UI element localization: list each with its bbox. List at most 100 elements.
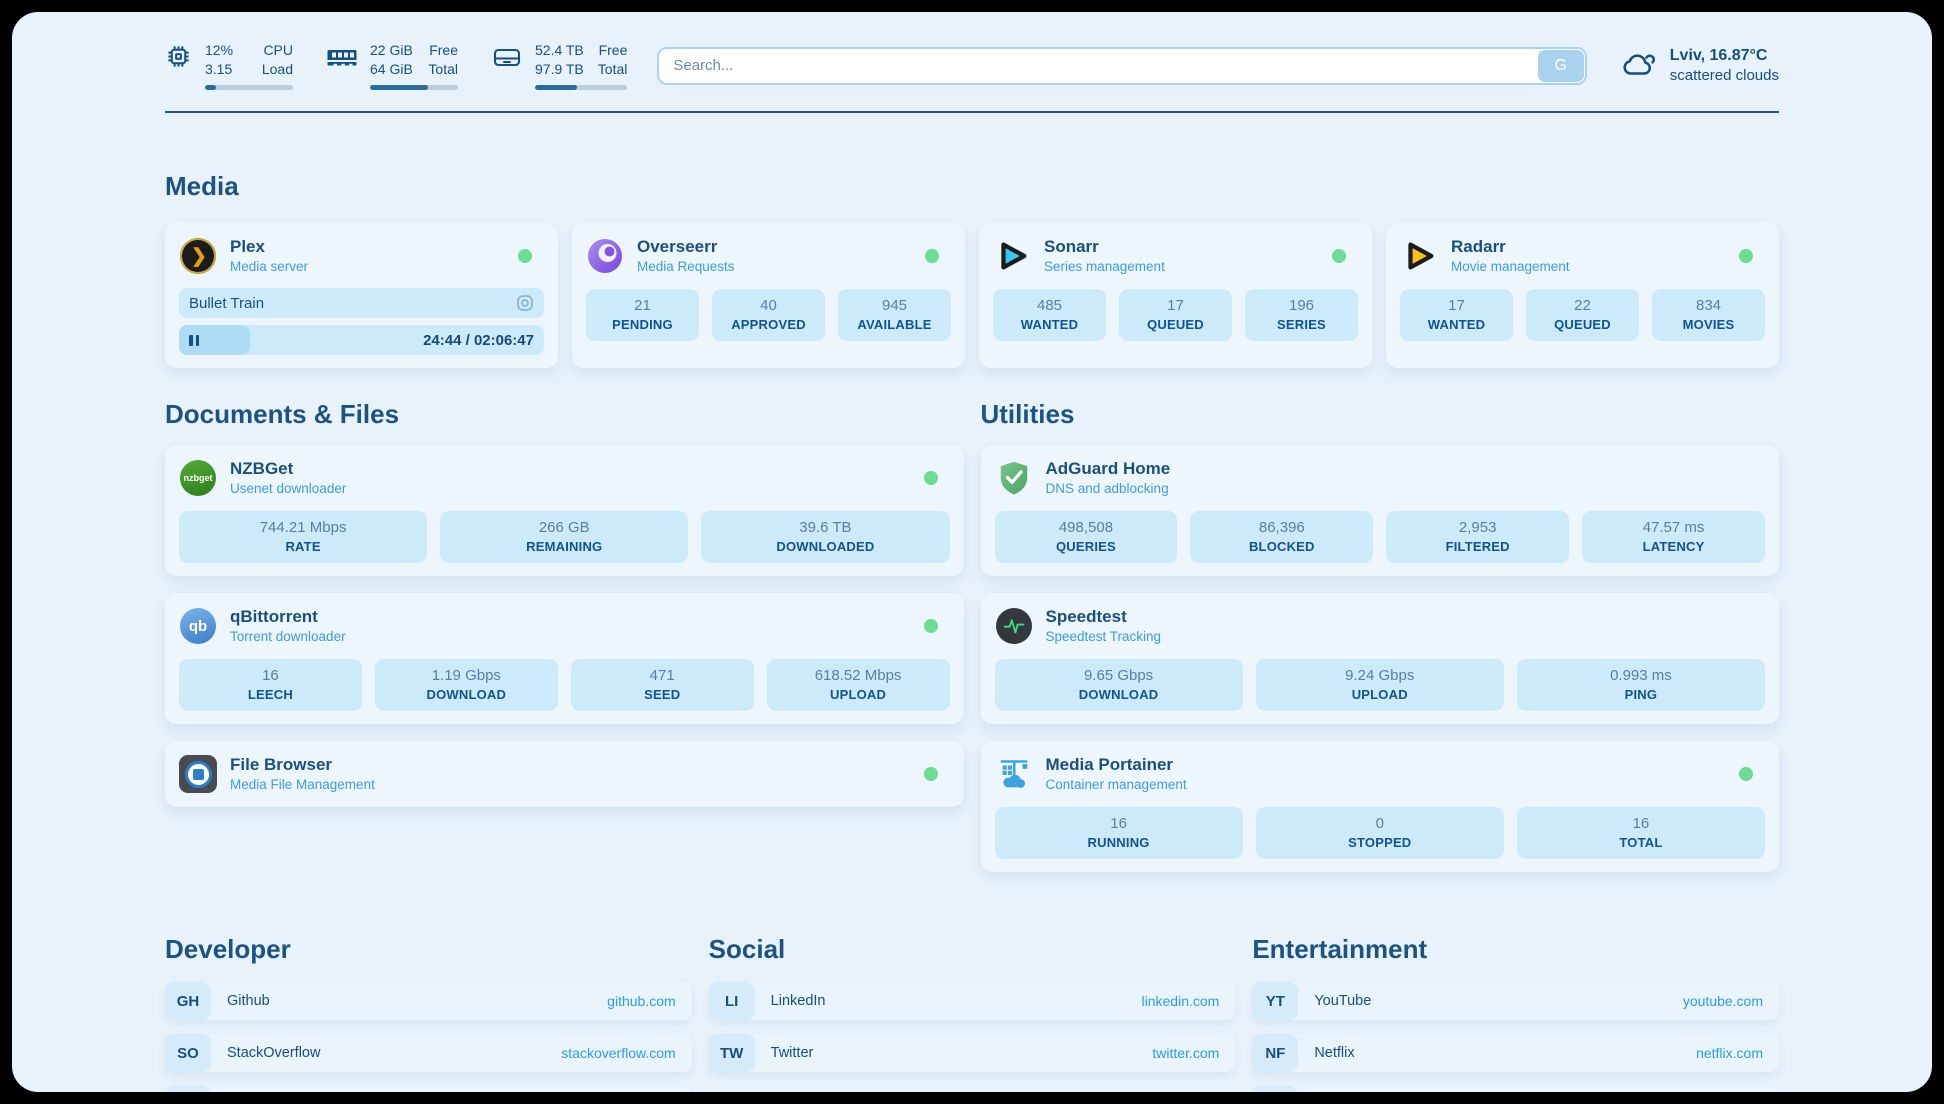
cpu-load-value: 3.15	[205, 60, 233, 79]
app-title: Plex	[230, 236, 308, 258]
cloud-icon	[1621, 48, 1659, 83]
stat-box: 9.65 GbpsDOWNLOAD	[995, 659, 1243, 711]
stat-box: 21PENDING	[586, 289, 699, 341]
now-playing-row: Bullet Train	[179, 288, 544, 318]
ram-free-value: 22 GiB	[370, 41, 413, 60]
status-dot	[924, 767, 938, 781]
google-search-button[interactable]: G	[1538, 50, 1584, 82]
link-row-netflix[interactable]: NF Netflix netflix.com	[1252, 1034, 1779, 1072]
link-abbr: NF	[1252, 1034, 1298, 1072]
app-card-overseerr[interactable]: Overseerr Media Requests 21PENDING 40APP…	[572, 223, 965, 368]
speedtest-icon	[995, 607, 1033, 645]
app-subtitle: Media Requests	[637, 258, 735, 276]
app-subtitle: Media File Management	[230, 776, 375, 794]
disk-label-bottom: Total	[598, 60, 628, 79]
link-url: youtube.com	[1683, 993, 1763, 1009]
disk-icon	[492, 47, 522, 74]
link-row-linkedin[interactable]: LI LinkedIn linkedin.com	[709, 982, 1236, 1020]
app-title: Speedtest	[1046, 606, 1162, 628]
app-subtitle: Movie management	[1451, 258, 1570, 276]
section-title-developer: Developer	[165, 934, 692, 965]
cpu-metric: 12% 3.15 CPU Load	[165, 41, 293, 90]
app-card-filebrowser[interactable]: File Browser Media File Management	[165, 741, 964, 807]
app-title: Radarr	[1451, 236, 1570, 258]
cpu-label-top: CPU	[262, 41, 293, 60]
disk-total-value: 97.9 TB	[535, 60, 584, 79]
app-subtitle: DNS and adblocking	[1046, 480, 1171, 498]
app-subtitle: Speedtest Tracking	[1046, 628, 1162, 646]
app-card-portainer[interactable]: Media Portainer Container management 16R…	[981, 741, 1780, 872]
stat-box: 196SERIES	[1245, 289, 1358, 341]
stat-box: 39.6 TBDOWNLOADED	[701, 511, 949, 563]
search-input[interactable]	[657, 47, 1586, 85]
link-name: YouTube	[1314, 993, 1371, 1009]
adguard-icon	[995, 459, 1033, 497]
stat-box: 498,508QUERIES	[995, 511, 1178, 563]
stat-box: 744.21 MbpsRATE	[179, 511, 427, 563]
app-card-adguard[interactable]: AdGuard Home DNS and adblocking 498,508Q…	[981, 445, 1780, 576]
link-row-dev[interactable]: DT DEV dev.to	[165, 1086, 692, 1092]
link-row-github[interactable]: GH Github github.com	[165, 982, 692, 1020]
playback-time: 24:44 / 02:06:47	[423, 332, 534, 349]
link-name: LinkedIn	[771, 993, 826, 1009]
ram-label-top: Free	[428, 41, 458, 60]
link-url: netflix.com	[1696, 1045, 1763, 1061]
stat-box: 16RUNNING	[995, 807, 1243, 859]
app-subtitle: Container management	[1046, 776, 1187, 794]
link-abbr: SO	[165, 1034, 211, 1072]
link-abbr: TW	[709, 1034, 755, 1072]
weather-widget: Lviv, 16.87°C scattered clouds	[1621, 45, 1779, 86]
app-card-speedtest[interactable]: Speedtest Speedtest Tracking 9.65 GbpsDO…	[981, 593, 1780, 724]
link-row-reddit[interactable]: RE Reddit reddit.com	[1252, 1086, 1779, 1092]
nzbget-icon: nzbget	[179, 459, 217, 497]
media-disc-icon	[516, 294, 534, 312]
dashboard-panel: 12% 3.15 CPU Load	[12, 12, 1932, 1092]
link-abbr: LI	[709, 982, 755, 1020]
link-row-stackoverflow[interactable]: SO StackOverflow stackoverflow.com	[165, 1034, 692, 1072]
ram-label-bottom: Total	[428, 60, 458, 79]
stat-box: 16TOTAL	[1517, 807, 1765, 859]
link-url: stackoverflow.com	[561, 1045, 675, 1061]
status-dot	[1739, 767, 1753, 781]
stat-box: 16LEECH	[179, 659, 362, 711]
plex-icon: ❯	[179, 237, 217, 275]
disk-free-value: 52.4 TB	[535, 41, 584, 60]
section-title-social: Social	[709, 934, 1236, 965]
app-card-qbittorrent[interactable]: qb qBittorrent Torrent downloader 16LEEC…	[165, 593, 964, 724]
ram-metric: 22 GiB 64 GiB Free Total	[327, 41, 458, 90]
app-card-plex[interactable]: ❯ Plex Media server Bullet Train	[165, 223, 558, 368]
weather-condition: scattered clouds	[1670, 66, 1779, 86]
stat-box: 40APPROVED	[712, 289, 825, 341]
app-card-radarr[interactable]: Radarr Movie management 17WANTED 22QUEUE…	[1386, 223, 1779, 368]
link-abbr: DT	[165, 1086, 211, 1092]
link-url: github.com	[607, 993, 675, 1009]
section-title-entertainment: Entertainment	[1252, 934, 1779, 965]
status-dot	[518, 249, 532, 263]
app-title: Overseerr	[637, 236, 735, 258]
link-abbr: YT	[1252, 982, 1298, 1020]
app-card-sonarr[interactable]: Sonarr Series management 485WANTED 17QUE…	[979, 223, 1372, 368]
portainer-icon	[995, 755, 1033, 793]
stat-box: 1.19 GbpsDOWNLOAD	[375, 659, 558, 711]
ram-progress-bar	[370, 85, 458, 90]
playback-progress-bar: 24:44 / 02:06:47	[179, 325, 544, 355]
stat-box: 945AVAILABLE	[838, 289, 951, 341]
section-title-utilities: Utilities	[981, 399, 1780, 430]
link-row-youtube[interactable]: YT YouTube youtube.com	[1252, 982, 1779, 1020]
app-title: Sonarr	[1044, 236, 1165, 258]
app-title: qBittorrent	[230, 606, 346, 628]
link-url: linkedin.com	[1142, 993, 1220, 1009]
app-card-nzbget[interactable]: nzbget NZBGet Usenet downloader 744.21 M…	[165, 445, 964, 576]
stat-box: 17WANTED	[1400, 289, 1513, 341]
cpu-usage-value: 12%	[205, 41, 233, 60]
link-name: Github	[227, 993, 270, 1009]
link-row-twitter[interactable]: TW Twitter twitter.com	[709, 1034, 1236, 1072]
link-abbr: RE	[1252, 1086, 1298, 1092]
now-playing-title: Bullet Train	[189, 295, 264, 312]
stat-box: 9.24 GbpsUPLOAD	[1256, 659, 1504, 711]
link-url: twitter.com	[1152, 1045, 1219, 1061]
status-dot	[924, 619, 938, 633]
stat-box: 834MOVIES	[1652, 289, 1765, 341]
disk-progress-bar	[535, 85, 627, 90]
link-abbr: GH	[165, 982, 211, 1020]
